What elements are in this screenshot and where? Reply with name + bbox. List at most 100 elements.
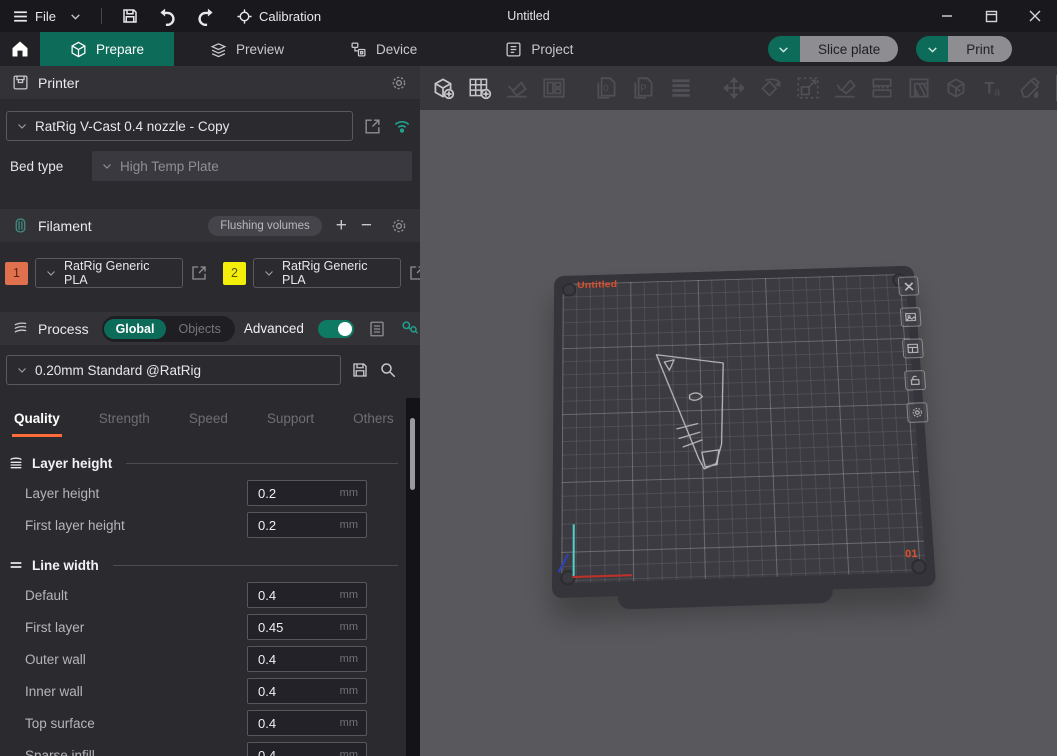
printer-preset-value: RatRig V-Cast 0.4 nozzle - Copy: [35, 119, 229, 134]
file-menu-label: File: [35, 9, 56, 24]
tab-preview[interactable]: Preview: [180, 32, 314, 66]
plate-arrange-icon[interactable]: [902, 338, 924, 358]
layer-height-input[interactable]: 0.2 mm: [247, 480, 367, 506]
device-icon: [350, 41, 367, 58]
split-to-objects-icon[interactable]: 0: [590, 72, 623, 105]
arrange-icon[interactable]: [537, 72, 570, 105]
3d-viewport[interactable]: 0 P Ta Untitled 01: [420, 66, 1057, 756]
scale-icon[interactable]: [791, 72, 824, 105]
outer-wall-line-width-input[interactable]: 0.4 mm: [247, 646, 367, 672]
tab-strength[interactable]: Strength: [97, 411, 152, 437]
filament-spool-icon: [12, 217, 29, 234]
move-icon[interactable]: [717, 72, 750, 105]
advanced-toggle[interactable]: [318, 320, 354, 338]
sidebar-scrollbar[interactable]: [406, 398, 420, 756]
plate-name-label[interactable]: Untitled: [577, 279, 617, 291]
rotate-icon[interactable]: [754, 72, 787, 105]
viewport-toolbar: 0 P Ta: [420, 66, 1057, 110]
scope-objects-option[interactable]: Objects: [166, 319, 232, 339]
tab-others[interactable]: Others: [351, 411, 396, 437]
place-on-face-icon[interactable]: [828, 72, 861, 105]
build-plate[interactable]: Untitled 01: [552, 266, 936, 599]
tab-support[interactable]: Support: [265, 411, 316, 437]
svg-text:T: T: [984, 79, 994, 97]
auto-orient-icon[interactable]: [500, 72, 533, 105]
param-label: First layer height: [25, 518, 247, 533]
param-row-inner-wall: Inner wall 0.4 mm: [0, 675, 420, 707]
first-layer-height-input[interactable]: 0.2 mm: [247, 512, 367, 538]
maximize-button[interactable]: [969, 0, 1013, 32]
slice-plate-button[interactable]: Slice plate: [768, 36, 898, 62]
flushing-volumes-button[interactable]: Flushing volumes: [208, 216, 321, 236]
filament-1-color-badge[interactable]: 1: [5, 262, 28, 285]
support-painting-icon[interactable]: [902, 72, 935, 105]
slice-options-chevron-icon[interactable]: [768, 36, 800, 62]
printer-connection-wifi-icon[interactable]: [392, 116, 412, 136]
print-button[interactable]: Print: [916, 36, 1012, 62]
param-unit: mm: [340, 749, 358, 756]
plate-settings-gear-icon[interactable]: [906, 402, 928, 423]
plate-preview-icon[interactable]: [900, 307, 922, 327]
scope-global-option[interactable]: Global: [104, 319, 167, 339]
minimize-button[interactable]: [925, 0, 969, 32]
chevron-down-icon: [16, 364, 28, 376]
settings-sidebar: Printer RatRig V-Cast 0.4 nozzle - Copy …: [0, 66, 420, 756]
param-value: 0.4: [258, 684, 340, 699]
add-object-icon[interactable]: [426, 72, 459, 105]
save-button[interactable]: [121, 7, 139, 25]
printer-settings-gear-icon[interactable]: [390, 74, 408, 92]
model-wireframe[interactable]: [651, 348, 731, 482]
add-filament-button[interactable]: +: [336, 216, 347, 235]
plate-lock-icon[interactable]: [904, 370, 926, 390]
file-menu[interactable]: File: [12, 8, 56, 25]
redo-button[interactable]: [196, 7, 215, 26]
cut-icon[interactable]: [865, 72, 898, 105]
print-options-chevron-icon[interactable]: [916, 36, 948, 62]
tab-project[interactable]: Project: [475, 32, 603, 66]
tab-label: Project: [531, 42, 573, 57]
printer-preset-select[interactable]: RatRig V-Cast 0.4 nozzle - Copy: [6, 111, 353, 141]
filament-2-preset-select[interactable]: RatRig Generic PLA: [253, 258, 401, 288]
line-width-icon: [8, 557, 24, 573]
undo-button[interactable]: [158, 7, 177, 26]
filament-1-preset-select[interactable]: RatRig Generic PLA: [35, 258, 183, 288]
default-line-width-input[interactable]: 0.4 mm: [247, 582, 367, 608]
mesh-boolean-icon[interactable]: [939, 72, 972, 105]
close-button[interactable]: [1013, 0, 1057, 32]
top-surface-line-width-input[interactable]: 0.4 mm: [247, 710, 367, 736]
scrollbar-thumb[interactable]: [410, 418, 415, 490]
tab-device[interactable]: Device: [320, 32, 447, 66]
tab-prepare[interactable]: Prepare: [40, 32, 174, 66]
compare-presets-icon[interactable]: [400, 319, 419, 338]
first-layer-line-width-input[interactable]: 0.45 mm: [247, 614, 367, 640]
save-preset-icon[interactable]: [351, 361, 369, 379]
home-button[interactable]: [0, 32, 40, 66]
search-settings-icon[interactable]: [379, 361, 397, 379]
tab-speed[interactable]: Speed: [187, 411, 230, 437]
parameter-table-icon[interactable]: [368, 320, 386, 338]
tab-quality[interactable]: Quality: [12, 411, 62, 437]
tab-label: Preview: [236, 42, 284, 57]
add-plate-icon[interactable]: [463, 72, 496, 105]
filament-settings-gear-icon[interactable]: [390, 217, 408, 235]
param-unit: mm: [340, 717, 358, 729]
inner-wall-line-width-input[interactable]: 0.4 mm: [247, 678, 367, 704]
preview-layers-icon: [210, 41, 227, 58]
delete-plate-icon[interactable]: [898, 276, 920, 296]
split-to-parts-icon[interactable]: P: [627, 72, 660, 105]
process-preset-select[interactable]: 0.20mm Standard @RatRig: [6, 355, 341, 385]
variable-layer-height-icon[interactable]: [664, 72, 697, 105]
param-label: Top surface: [25, 716, 247, 731]
remove-filament-button[interactable]: −: [361, 216, 372, 235]
calibration-button[interactable]: Calibration: [236, 8, 321, 25]
bed-type-select[interactable]: High Temp Plate: [92, 151, 412, 181]
edit-printer-preset-icon[interactable]: [363, 117, 382, 136]
param-unit: mm: [340, 653, 358, 665]
color-painting-icon[interactable]: [1013, 72, 1046, 105]
edit-filament-1-icon[interactable]: [190, 264, 208, 282]
add-text-icon[interactable]: Ta: [976, 72, 1009, 105]
sparse-infill-line-width-input[interactable]: 0.4 mm: [247, 742, 367, 756]
file-menu-chevron-icon[interactable]: [69, 10, 82, 23]
filament-2-color-badge[interactable]: 2: [223, 262, 246, 285]
process-scope-toggle[interactable]: Global Objects: [102, 316, 235, 342]
